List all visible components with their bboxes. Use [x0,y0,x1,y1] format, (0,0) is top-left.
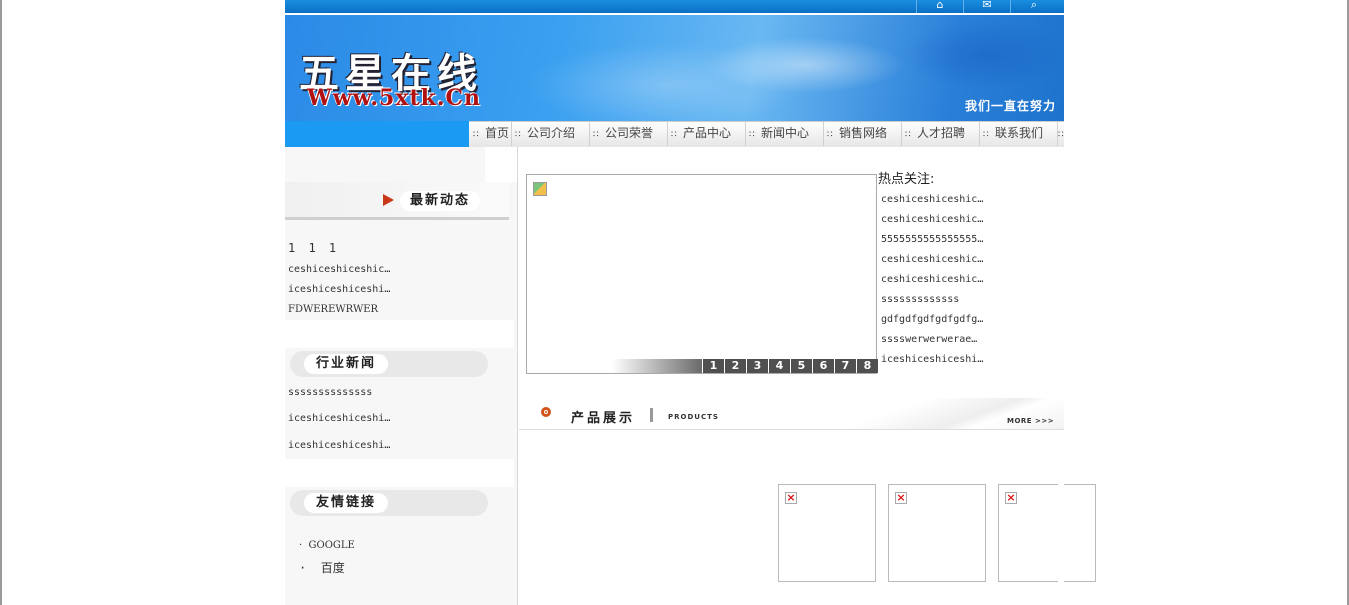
industry-news-title: 行业新闻 [304,354,388,374]
site-logo-url: Www.5xtk.Cn [307,85,482,111]
main-nav: ∷ 首页 ∷ 公司介绍 ∷ 公司荣誉 ∷ 产品中心 ∷ 新闻中心 ∷ 销售网络 ∷ 人才招聘 … [469,121,1064,147]
slider-page-button[interactable]: 2 [725,359,746,373]
window-border-left [0,0,2,605]
hot-item[interactable]: 5555555555555555… [881,232,983,252]
nav-item-label: 产品中心 [683,126,732,140]
nav-bullet-icon: ∷ [749,130,755,140]
arrow-right-icon [383,194,394,206]
content-clip [1058,484,1064,584]
pager-fade [612,359,702,373]
more-link[interactable]: MORE >>> [1007,417,1054,425]
slider-page-button[interactable]: 8 [857,359,878,373]
hot-item[interactable]: ceshiceshiceshic… [881,212,983,232]
nav-item-sales[interactable]: ∷ 销售网络 [823,122,902,146]
slider-page-button[interactable]: 1 [703,359,724,373]
hot-item[interactable]: iceshiceshiceshi… [881,352,983,372]
list-item[interactable]: ceshiceshiceshic… [288,264,390,275]
nav-bullet-icon: ∷ [905,130,911,140]
slider-pager: 1 2 3 4 5 6 7 8 [702,359,878,373]
product-thumbnail[interactable]: × [888,484,986,582]
hot-item[interactable]: sssswerwerwerae… [881,332,983,352]
nav-item-label: 新闻中心 [761,126,810,140]
list-item[interactable]: 1 1 1 [288,241,339,255]
products-subtitle: PRODUCTS [668,413,719,421]
slider-page-button[interactable]: 7 [835,359,856,373]
hot-item[interactable]: ceshiceshiceshic… [881,192,983,212]
industry-news-header: 行业新闻 [290,351,488,377]
list-item[interactable]: ssssssssssssss [288,387,372,398]
friend-links-header: 友情链接 [290,490,488,516]
bullet-icon: · [299,540,309,551]
slider-page-button[interactable]: 6 [813,359,834,373]
mail-icon[interactable]: ✉ [963,0,1010,13]
nav-item-label: 联系我们 [995,126,1044,140]
latest-news-header: 最新动态 [285,182,509,220]
slider-page-button[interactable]: 5 [791,359,812,373]
hot-topics-title: 热点关注: [878,172,935,187]
hot-item[interactable]: ceshiceshiceshic… [881,252,983,272]
section-divider [285,459,514,487]
nav-item-jobs[interactable]: ∷ 人才招聘 [901,122,980,146]
list-item[interactable]: iceshiceshiceshi… [288,413,390,424]
latest-news-title: 最新动态 [400,191,480,211]
site-container: ⌂ ✉ ⌕ 五星在线 Www.5xtk.Cn 我们一直在努力 ∷ 首页 ∷ 公司介绍… [285,0,1096,605]
section-divider [285,320,514,348]
broken-image-icon: × [1005,491,1017,504]
product-thumbnail[interactable]: × [998,484,1096,582]
sidebar: 最新动态 1 1 1 ceshiceshiceshic… iceshiceshi… [285,147,518,605]
nav-item-news[interactable]: ∷ 新闻中心 [745,122,824,146]
product-thumbnail[interactable]: × [778,484,876,582]
nav-bullet-icon: ∷ [671,130,677,140]
products-title: 产品展示 [571,411,636,426]
header-banner: 五星在线 Www.5xtk.Cn 我们一直在努力 [285,15,1064,121]
hot-topics-list: ceshiceshiceshic… ceshiceshiceshic… 5555… [881,192,983,372]
nav-bullet-icon: ∷ [593,130,599,140]
nav-item-label: 人才招聘 [917,126,966,140]
link-item[interactable]: · GOOGLE [299,540,355,551]
image-slider[interactable]: 1 2 3 4 5 6 7 8 [526,174,878,374]
slider-page-button[interactable]: 4 [769,359,790,373]
search-icon[interactable]: ⌕ [1010,0,1057,13]
nav-item-products[interactable]: ∷ 产品中心 [667,122,746,146]
sidebar-gap [485,147,517,182]
list-item[interactable]: FDWEREWRWER [288,304,378,315]
hot-item[interactable]: ceshiceshiceshic… [881,272,983,292]
link-item[interactable]: · 百度 [299,559,345,576]
friend-links-title: 友情链接 [304,493,388,513]
slider-page-button[interactable]: 3 [747,359,768,373]
nav-left-block [285,121,469,147]
broken-image-icon [533,182,547,196]
list-item[interactable]: iceshiceshiceshi… [288,440,390,451]
nav-item-home[interactable]: ∷ 首页 [469,122,512,146]
broken-image-icon: × [785,491,797,504]
top-strip: ⌂ ✉ ⌕ [285,0,1064,13]
nav-bullet-icon: ∷ [1058,130,1064,140]
nav-item-label: 首页 [485,126,510,140]
nav-bullet-icon: ∷ [473,130,479,140]
broken-image-icon: × [895,491,907,504]
list-item[interactable]: iceshiceshiceshi… [288,284,390,295]
nav-item-about[interactable]: ∷ 公司介绍 [511,122,590,146]
nav-item-contact[interactable]: ∷ 联系我们 [979,122,1058,146]
bullet-icon: · [299,561,321,575]
home-icon[interactable]: ⌂ [916,0,963,13]
nav-item-honors[interactable]: ∷ 公司荣誉 [589,122,668,146]
nav-item-label: 公司介绍 [527,126,576,140]
nav-bullet-icon: ∷ [983,130,989,140]
hot-item[interactable]: sssssssssssss [881,292,983,312]
ring-bullet-icon [541,407,551,417]
hot-item[interactable]: gdfgdfgdfgdfgdfg… [881,312,983,332]
title-divider [650,408,653,422]
link-google[interactable]: GOOGLE [309,540,355,551]
nav-item-label: 销售网络 [839,126,888,140]
nav-bullet-icon: ∷ [515,130,521,140]
products-header: 产品展示 PRODUCTS MORE >>> [519,398,1064,430]
link-baidu[interactable]: 百度 [321,561,345,575]
banner-slogan: 我们一直在努力 [964,99,1056,113]
nav-item-label: 公司荣誉 [605,126,654,140]
nav-bullet-icon: ∷ [827,130,833,140]
